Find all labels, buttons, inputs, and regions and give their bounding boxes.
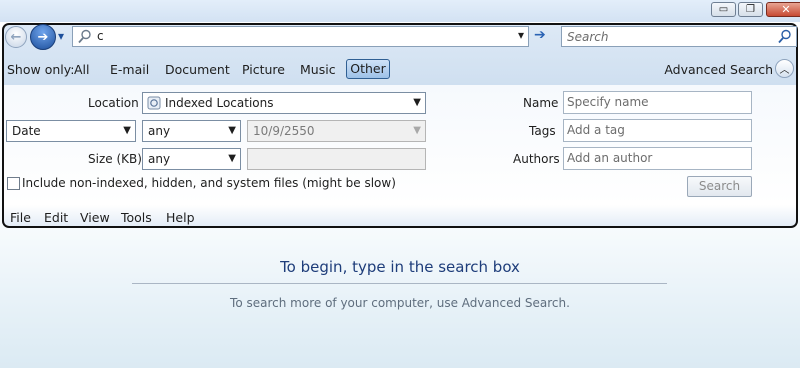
menu-file[interactable]: File: [10, 210, 31, 225]
date-operator-dropdown[interactable]: any ▼: [142, 120, 241, 142]
name-label: Name: [523, 96, 559, 110]
size-value-field: [247, 148, 426, 170]
filter-music[interactable]: Music: [300, 62, 336, 77]
menu-tools[interactable]: Tools: [121, 210, 152, 225]
tags-placeholder: Add a tag: [567, 123, 625, 137]
location-dropdown[interactable]: Indexed Locations ▼: [142, 92, 426, 114]
chevron-down-icon: ▼: [228, 125, 236, 136]
name-placeholder: Specify name: [567, 95, 649, 109]
secondary-search-input[interactable]: Search: [561, 26, 797, 47]
search-history-dropdown-icon[interactable]: ▾: [518, 28, 524, 42]
forward-arrow-icon: ➔: [37, 29, 49, 45]
date-value: 10/9/2550: [253, 124, 315, 138]
close-icon: ✕: [781, 3, 791, 16]
menu-edit[interactable]: Edit: [44, 210, 68, 225]
include-nonindexed-label: Include non-indexed, hidden, and system …: [22, 176, 396, 190]
results-title: To begin, type in the search box: [280, 258, 520, 276]
recent-pages-dropdown-icon[interactable]: ▾: [58, 29, 64, 43]
maximize-icon: ❐: [746, 4, 755, 15]
authors-placeholder: Add an author: [567, 151, 653, 165]
filter-other-label: Other: [350, 61, 386, 76]
minimize-icon: ▭: [718, 4, 729, 15]
title-bar: [0, 0, 800, 22]
search-button-label: Search: [698, 179, 741, 193]
date-field-dropdown[interactable]: Date ▼: [6, 120, 136, 142]
indexed-locations-icon: [147, 96, 161, 110]
menu-view[interactable]: View: [80, 210, 110, 225]
size-operator-value: any: [148, 152, 171, 166]
show-only-label: Show only:: [7, 62, 75, 77]
chevron-up-icon: ︿: [779, 65, 790, 76]
search-icon: [78, 29, 91, 44]
go-arrow-icon[interactable]: ➔: [534, 27, 546, 43]
menu-help[interactable]: Help: [166, 210, 195, 225]
advanced-search-link[interactable]: Advanced Search: [664, 62, 773, 77]
authors-field[interactable]: Add an author: [563, 147, 752, 170]
chevron-down-icon: ▼: [413, 97, 421, 108]
size-label: Size (KB): [88, 152, 142, 166]
date-operator-value: any: [148, 124, 171, 138]
location-value: Indexed Locations: [165, 96, 274, 110]
filter-other[interactable]: Other: [346, 59, 390, 79]
forward-button[interactable]: ➔: [30, 24, 56, 50]
filter-all[interactable]: All: [74, 62, 90, 77]
size-operator-dropdown[interactable]: any ▼: [142, 148, 241, 170]
chevron-down-icon: ▼: [413, 125, 421, 136]
search-input[interactable]: c ▾: [72, 26, 529, 47]
location-label: Location: [88, 96, 139, 110]
results-hint: To search more of your computer, use Adv…: [230, 296, 570, 310]
results-divider: [132, 283, 667, 284]
back-button[interactable]: ←: [5, 26, 27, 48]
chevron-down-icon: ▼: [123, 125, 131, 136]
search-placeholder: Search: [567, 30, 609, 44]
advanced-search-toggle[interactable]: ︿: [775, 59, 794, 78]
back-arrow-icon: ←: [10, 29, 22, 45]
maximize-button[interactable]: ❐: [738, 2, 763, 17]
search-icon[interactable]: [778, 29, 792, 44]
tags-label: Tags: [529, 124, 556, 138]
search-query-text: c: [97, 29, 104, 43]
chevron-down-icon: ▼: [228, 153, 236, 164]
name-field[interactable]: Specify name: [563, 91, 752, 114]
date-value-picker: 10/9/2550 ▼: [247, 120, 426, 142]
tags-field[interactable]: Add a tag: [563, 119, 752, 142]
minimize-button[interactable]: ▭: [711, 2, 736, 17]
filter-picture[interactable]: Picture: [242, 62, 285, 77]
include-nonindexed-checkbox[interactable]: [7, 177, 20, 190]
authors-label: Authors: [513, 152, 560, 166]
filter-document[interactable]: Document: [165, 62, 230, 77]
search-button[interactable]: Search: [687, 176, 752, 197]
date-field-value: Date: [12, 124, 41, 138]
filter-email[interactable]: E-mail: [110, 62, 149, 77]
close-button[interactable]: ✕: [766, 2, 800, 17]
